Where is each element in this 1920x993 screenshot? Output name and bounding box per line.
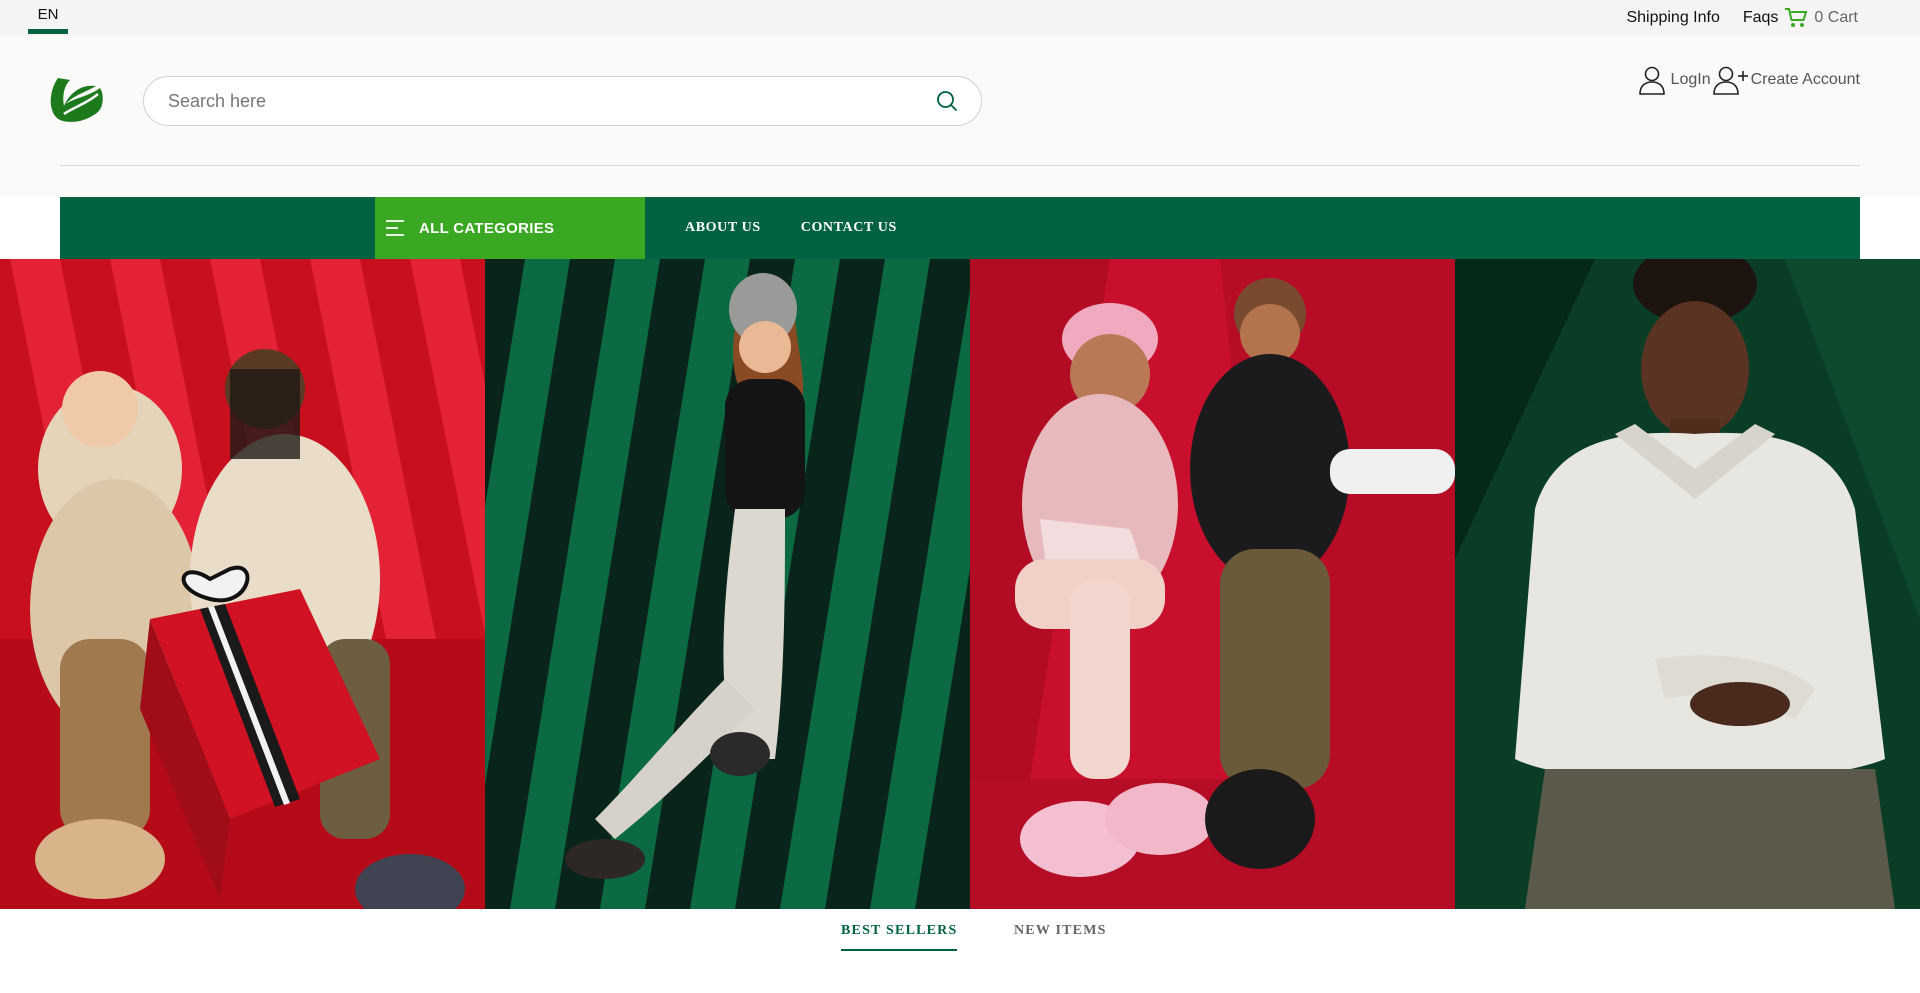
cart-label: 0 Cart	[1814, 9, 1858, 26]
hamburger-icon	[380, 217, 410, 239]
hero-banner[interactable]	[0, 259, 1920, 909]
tab-best-sellers[interactable]: BEST SELLERS	[841, 923, 958, 951]
nav-links: ABOUT US CONTACT US	[685, 197, 897, 259]
all-categories-button[interactable]: ALL CATEGORIES	[375, 197, 645, 259]
hero-image-woman-beanie	[485, 259, 970, 909]
top-links: Shipping Info Faqs 0 Cart	[1603, 0, 1858, 36]
site-logo[interactable]	[46, 74, 106, 124]
create-account-label: Create Account	[1750, 71, 1860, 88]
login-link[interactable]: LogIn	[1637, 64, 1711, 96]
search-bar	[143, 76, 982, 126]
header-divider	[60, 165, 1860, 166]
create-account-link[interactable]: Create Account	[1711, 64, 1860, 96]
hero-image-kids	[970, 259, 1455, 909]
main-nav: ALL CATEGORIES ABOUT US CONTACT US	[60, 197, 1860, 259]
search-icon	[937, 91, 958, 112]
hero-image-couple-gift	[0, 259, 485, 909]
about-us-link[interactable]: ABOUT US	[685, 220, 761, 236]
contact-us-link[interactable]: CONTACT US	[801, 220, 897, 236]
account-links: LogIn Create Account	[1637, 64, 1860, 96]
language-selector[interactable]: EN	[28, 0, 68, 34]
cart-icon	[1785, 8, 1808, 27]
shipping-info-link[interactable]: Shipping Info	[1626, 9, 1719, 27]
search-button[interactable]	[935, 89, 959, 113]
login-label: LogIn	[1670, 71, 1711, 88]
site-header: LogIn Create Account	[0, 36, 1920, 196]
hero-image-woman-sherpa	[1455, 259, 1920, 909]
tab-new-items[interactable]: NEW ITEMS	[1014, 923, 1107, 949]
faqs-link[interactable]: Faqs	[1743, 9, 1779, 27]
user-icon	[1638, 66, 1665, 95]
product-tabs: BEST SELLERS NEW ITEMS	[0, 909, 1920, 993]
search-input[interactable]	[168, 90, 935, 112]
leaf-logo	[50, 78, 103, 122]
all-categories-label: ALL CATEGORIES	[419, 219, 555, 237]
add-user-icon	[1712, 66, 1748, 95]
cart-link[interactable]: 0 Cart	[1784, 7, 1858, 29]
top-utility-bar: EN Shipping Info Faqs 0 Cart	[0, 0, 1920, 36]
